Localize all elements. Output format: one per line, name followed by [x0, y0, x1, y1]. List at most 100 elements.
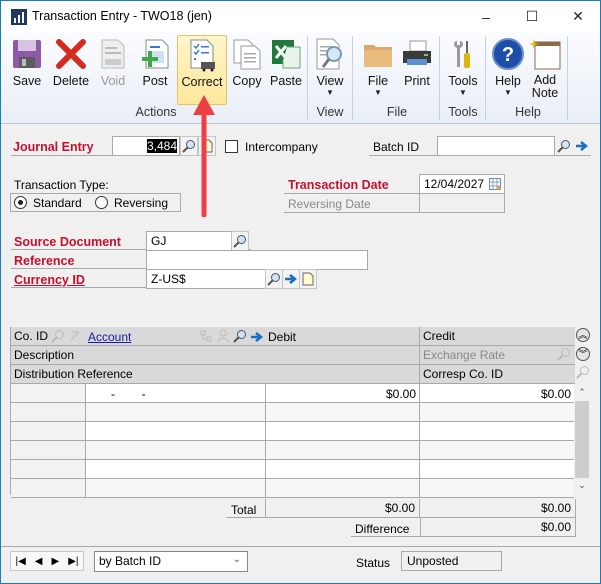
- void-button[interactable]: Void: [95, 35, 131, 103]
- title-bar: Transaction Entry - TWO18 (jen) – ☐ ✕: [1, 1, 600, 32]
- grid-divider: [85, 479, 86, 498]
- ribbon-separator: [439, 36, 440, 120]
- grid-cell-co-id[interactable]: [11, 384, 85, 402]
- tools-button[interactable]: Tools ▼: [445, 35, 481, 103]
- scroll-up-icon[interactable]: ⌃: [574, 384, 590, 400]
- account-goto-icon[interactable]: [250, 331, 264, 343]
- lookup-icon: [267, 273, 280, 286]
- grid-cell-credit[interactable]: $0.00: [420, 387, 571, 401]
- lookup-icon: [233, 235, 246, 248]
- printer-icon: [403, 40, 431, 65]
- currency-id-field[interactable]: Z-US$: [146, 269, 266, 289]
- source-document-field[interactable]: GJ: [146, 231, 232, 251]
- save-button[interactable]: Save: [6, 35, 48, 103]
- grid-cell-debit[interactable]: $0.00: [266, 387, 416, 401]
- account-tree-icon[interactable]: [199, 329, 213, 343]
- file-button[interactable]: File ▼: [361, 35, 395, 103]
- reference-field[interactable]: [146, 250, 368, 270]
- col-header-exchange-rate: Exchange Rate: [423, 348, 506, 362]
- journal-entry-field[interactable]: 3,484: [112, 136, 180, 156]
- currency-id-lookup-button[interactable]: [265, 269, 283, 289]
- batch-id-field[interactable]: [437, 136, 555, 156]
- folder-icon: [364, 45, 392, 67]
- print-button[interactable]: Print: [398, 35, 436, 103]
- status-field: Unposted: [401, 551, 502, 571]
- co-id-lookup-icon[interactable]: [51, 329, 65, 343]
- reversing-label: Reversing: [114, 196, 169, 210]
- group-label-file: File: [386, 105, 408, 119]
- corresp-lookup-icon[interactable]: [576, 365, 590, 379]
- grid-header-corresp: Corresp Co. ID: [419, 365, 575, 384]
- chevron-down-icon: ▼: [504, 88, 512, 97]
- double-chevron-up-icon: ︽: [578, 330, 588, 340]
- next-record-button[interactable]: ▶: [52, 556, 60, 567]
- account-lookup-icon[interactable]: [233, 329, 247, 343]
- double-chevron-down-icon: ︾: [578, 349, 588, 359]
- batch-id-goto-button[interactable]: [573, 136, 591, 156]
- grid-cell-co-id[interactable]: [11, 460, 85, 478]
- post-button[interactable]: Post: [136, 35, 174, 103]
- minimize-button[interactable]: –: [463, 1, 509, 32]
- grid-cell-co-id[interactable]: [11, 479, 85, 497]
- grid-row[interactable]: [11, 441, 574, 460]
- expand-rows-button[interactable]: ︾: [576, 347, 590, 361]
- paste-button[interactable]: Paste: [267, 35, 305, 103]
- journal-entry-note-button[interactable]: [198, 136, 216, 156]
- col-header-co-id: Co. ID: [14, 329, 49, 343]
- grid-cell-co-id[interactable]: [11, 441, 85, 459]
- maximize-button[interactable]: ☐: [509, 1, 555, 32]
- correct-button[interactable]: Correct: [177, 35, 227, 105]
- grid-cell-account[interactable]: - -: [111, 387, 146, 401]
- grid-scrollbar[interactable]: ⌃ ⌄: [574, 384, 590, 496]
- copy-button[interactable]: Copy: [230, 35, 264, 103]
- first-record-button[interactable]: |◀: [16, 556, 26, 567]
- exchange-rate-lookup-icon[interactable]: [557, 347, 571, 361]
- grid-row[interactable]: [11, 479, 574, 498]
- currency-id-link[interactable]: Currency ID: [14, 273, 85, 287]
- calendar-icon[interactable]: [489, 178, 501, 190]
- group-label-actions: Actions: [135, 105, 177, 119]
- scroll-thumb[interactable]: [575, 401, 589, 478]
- ribbon-toolbar: Save Delete Void Post Correct Copy Paste…: [1, 32, 600, 124]
- transaction-entry-window: Transaction Entry - TWO18 (jen) – ☐ ✕ Sa…: [0, 0, 601, 584]
- sort-by-select[interactable]: by Batch ID ⌄: [94, 551, 248, 572]
- grid-cell-co-id[interactable]: [11, 422, 85, 440]
- add-note-button[interactable]: Add Note: [527, 35, 563, 103]
- currency-id-goto-button[interactable]: [282, 269, 300, 289]
- tools-icon: [454, 41, 470, 68]
- reversing-radio[interactable]: [95, 196, 108, 209]
- grid-row[interactable]: [11, 422, 574, 441]
- copy-icon: [233, 39, 261, 70]
- last-record-button[interactable]: ▶|: [68, 556, 78, 567]
- close-button[interactable]: ✕: [555, 1, 601, 32]
- grid-row[interactable]: [11, 460, 574, 479]
- collapse-rows-button[interactable]: ︽: [576, 328, 590, 342]
- grid-divider: [85, 403, 86, 422]
- delete-button[interactable]: Delete: [50, 35, 92, 103]
- grid-header-row3: Distribution Reference: [11, 365, 419, 384]
- intercompany-checkbox[interactable]: [225, 140, 238, 153]
- journal-entry-lookup-button[interactable]: [180, 136, 198, 156]
- source-document-lookup-button[interactable]: [231, 231, 249, 251]
- grid-divider: [85, 441, 86, 460]
- co-id-expand-icon[interactable]: [68, 329, 82, 343]
- grid-header-credit: Credit: [419, 327, 575, 346]
- grid-divider: [85, 460, 86, 479]
- help-button[interactable]: ? Help ▼: [490, 35, 526, 103]
- note-icon: [302, 272, 314, 286]
- journal-entry-label: Journal Entry: [13, 140, 94, 154]
- previous-record-button[interactable]: ◀: [35, 556, 43, 567]
- batch-id-lookup-button[interactable]: [555, 136, 573, 156]
- note-icon: [201, 139, 213, 153]
- account-link[interactable]: Account: [88, 330, 131, 344]
- view-button[interactable]: View ▼: [312, 35, 348, 103]
- standard-radio[interactable]: [14, 196, 27, 209]
- account-user-icon[interactable]: [216, 329, 230, 343]
- help-icon: ?: [492, 38, 524, 70]
- currency-id-note-button[interactable]: [299, 269, 317, 289]
- grid-row[interactable]: [11, 403, 574, 422]
- journal-entry-value: 3,484: [146, 139, 177, 153]
- grid-cell-co-id[interactable]: [11, 403, 85, 421]
- grid-divider: [265, 403, 266, 422]
- scroll-down-icon[interactable]: ⌄: [574, 479, 590, 495]
